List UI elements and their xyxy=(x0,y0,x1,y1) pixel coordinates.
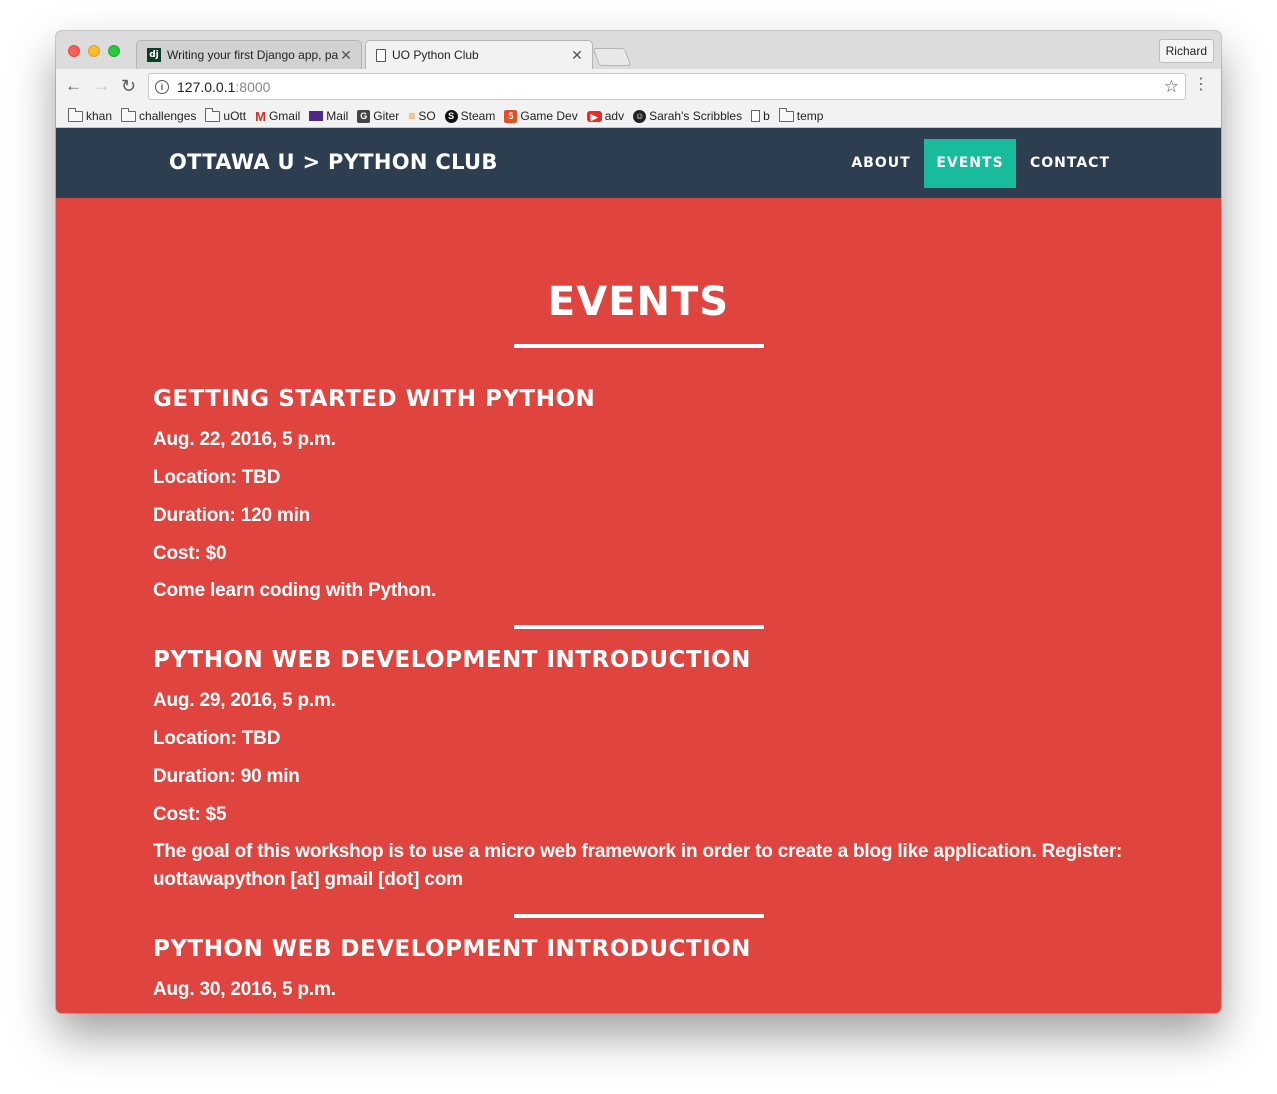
bookmark-giter[interactable]: G Giter xyxy=(357,109,399,123)
event-duration: Duration: 90 min xyxy=(153,766,300,787)
bookmark-label: Giter xyxy=(373,109,400,123)
bookmark-label: challenges xyxy=(139,109,197,123)
document-icon xyxy=(751,110,761,122)
bookmark-label: adv xyxy=(604,109,625,123)
bookmark-label: SO xyxy=(418,109,436,123)
gmail-icon: M xyxy=(255,108,266,124)
title-divider xyxy=(514,344,764,348)
event-divider xyxy=(514,625,764,629)
bookmark-label: Steam xyxy=(460,109,496,123)
bookmark-label: Game Dev xyxy=(520,109,578,123)
tab-title: Writing your first Django app, part 1 xyxy=(167,48,339,62)
folder-icon xyxy=(121,107,137,122)
youtube-icon: ▶ xyxy=(586,110,602,122)
bookmark-game-dev[interactable]: 5 Game Dev xyxy=(504,109,578,123)
nav-about-link[interactable]: ABOUT xyxy=(850,139,912,188)
event-date: Aug. 22, 2016, 5 p.m. xyxy=(153,429,336,450)
event-title: PYTHON WEB DEVELOPMENT INTRODUCTION xyxy=(153,647,751,673)
tab-title: UO Python Club xyxy=(392,48,479,62)
nav-events-link[interactable]: EVENTS xyxy=(924,139,1016,188)
bookmark-label: Sarah's Scribbles xyxy=(649,109,743,123)
url-port: :8000 xyxy=(235,78,271,95)
bookmark-label: b xyxy=(763,109,770,123)
event-date: Aug. 29, 2016, 5 p.m. xyxy=(153,690,336,711)
tab-django-tutorial[interactable]: dj Writing your first Django app, part 1… xyxy=(136,40,362,69)
tab-strip: dj Writing your first Django app, part 1… xyxy=(56,31,1221,69)
menu-dots-icon[interactable]: ⋮ xyxy=(1193,76,1209,94)
giter-icon: G xyxy=(357,109,371,123)
info-icon[interactable]: i xyxy=(155,79,169,94)
document-icon xyxy=(376,48,386,62)
address-bar[interactable]: i 127.0.0.1:8000 ☆ xyxy=(148,73,1186,100)
mail-icon xyxy=(309,111,324,121)
bookmark-steam[interactable]: S Steam xyxy=(444,109,496,123)
bookmark-sarahs-scribbles[interactable]: ☺ Sarah's Scribbles xyxy=(633,109,742,123)
nav-contact-link[interactable]: CONTACT xyxy=(1028,139,1112,188)
event-divider xyxy=(514,914,764,918)
bookmark-star-icon[interactable]: ☆ xyxy=(1164,77,1179,97)
stackoverflow-icon: ≡ xyxy=(408,109,416,123)
event-location: Location: TBD xyxy=(153,467,281,488)
event-description: The goal of this workshop is to use a mi… xyxy=(153,841,1123,890)
reload-icon[interactable]: ↻ xyxy=(121,77,136,95)
django-icon: dj xyxy=(147,48,161,62)
bookmark-b[interactable]: b xyxy=(751,109,770,123)
folder-icon xyxy=(68,107,83,122)
close-icon[interactable]: ✕ xyxy=(339,47,353,64)
page-title: EVENTS xyxy=(547,279,730,325)
new-tab-button[interactable] xyxy=(592,48,632,66)
event-location: Location: TBD xyxy=(153,728,281,749)
folder-icon xyxy=(778,107,794,122)
bookmarks-bar: khan challenges uOtt M Gmail Mail G Giter … xyxy=(56,105,1221,128)
profile-button[interactable]: Richard xyxy=(1158,39,1214,63)
site-navbar: OTTAWA U > PYTHON CLUB ABOUT EVENTS CONT… xyxy=(56,128,1221,198)
window-close-button[interactable] xyxy=(68,45,80,57)
bookmark-gmail[interactable]: M Gmail xyxy=(255,109,300,124)
browser-window: dj Writing your first Django app, part 1… xyxy=(56,31,1221,1013)
event-title: GETTING STARTED WITH PYTHON xyxy=(153,386,596,412)
html5-icon: 5 xyxy=(504,109,518,123)
bookmark-so[interactable]: ≡ SO xyxy=(408,109,435,123)
bookmark-label: uOtt xyxy=(223,109,247,123)
url-text: 127.0.0.1:8000 xyxy=(177,79,270,95)
event-date: Aug. 30, 2016, 5 p.m. xyxy=(153,979,336,1000)
steam-icon: S xyxy=(444,109,458,123)
bookmark-label: temp xyxy=(796,109,824,123)
site-brand-link[interactable]: OTTAWA U > PYTHON CLUB xyxy=(169,150,498,174)
folder-icon xyxy=(205,107,221,122)
tab-uo-python-club[interactable]: UO Python Club ✕ xyxy=(365,40,593,69)
bookmark-challenges[interactable]: challenges xyxy=(121,107,197,123)
window-maximize-button[interactable] xyxy=(108,45,120,57)
url-host: 127.0.0.1 xyxy=(177,78,236,95)
browser-toolbar: ← → ↻ i 127.0.0.1:8000 ☆ ⋮ xyxy=(56,69,1221,105)
events-section: EVENTS GETTING STARTED WITH PYTHON Aug. … xyxy=(56,198,1221,1013)
event-duration: Duration: 120 min xyxy=(153,505,311,526)
close-icon[interactable]: ✕ xyxy=(570,47,584,64)
bookmark-label: Gmail xyxy=(268,109,301,123)
forward-arrow-icon[interactable]: → xyxy=(93,77,110,95)
window-minimize-button[interactable] xyxy=(88,45,100,57)
bookmark-label: Mail xyxy=(326,109,349,123)
bookmark-temp[interactable]: temp xyxy=(778,107,824,123)
sarah-icon: ☺ xyxy=(633,109,647,123)
back-arrow-icon[interactable]: ← xyxy=(65,77,82,95)
event-cost: Cost: $0 xyxy=(153,543,227,564)
event-title: PYTHON WEB DEVELOPMENT INTRODUCTION xyxy=(153,936,751,962)
bookmark-label: khan xyxy=(86,109,113,123)
bookmark-mail[interactable]: Mail xyxy=(309,109,348,123)
bookmark-uott[interactable]: uOtt xyxy=(205,107,247,123)
event-cost: Cost: $5 xyxy=(153,804,227,825)
bookmark-adv[interactable]: ▶ adv xyxy=(586,109,625,123)
bookmark-khan[interactable]: khan xyxy=(68,107,113,123)
event-description: Come learn coding with Python. xyxy=(153,580,437,601)
